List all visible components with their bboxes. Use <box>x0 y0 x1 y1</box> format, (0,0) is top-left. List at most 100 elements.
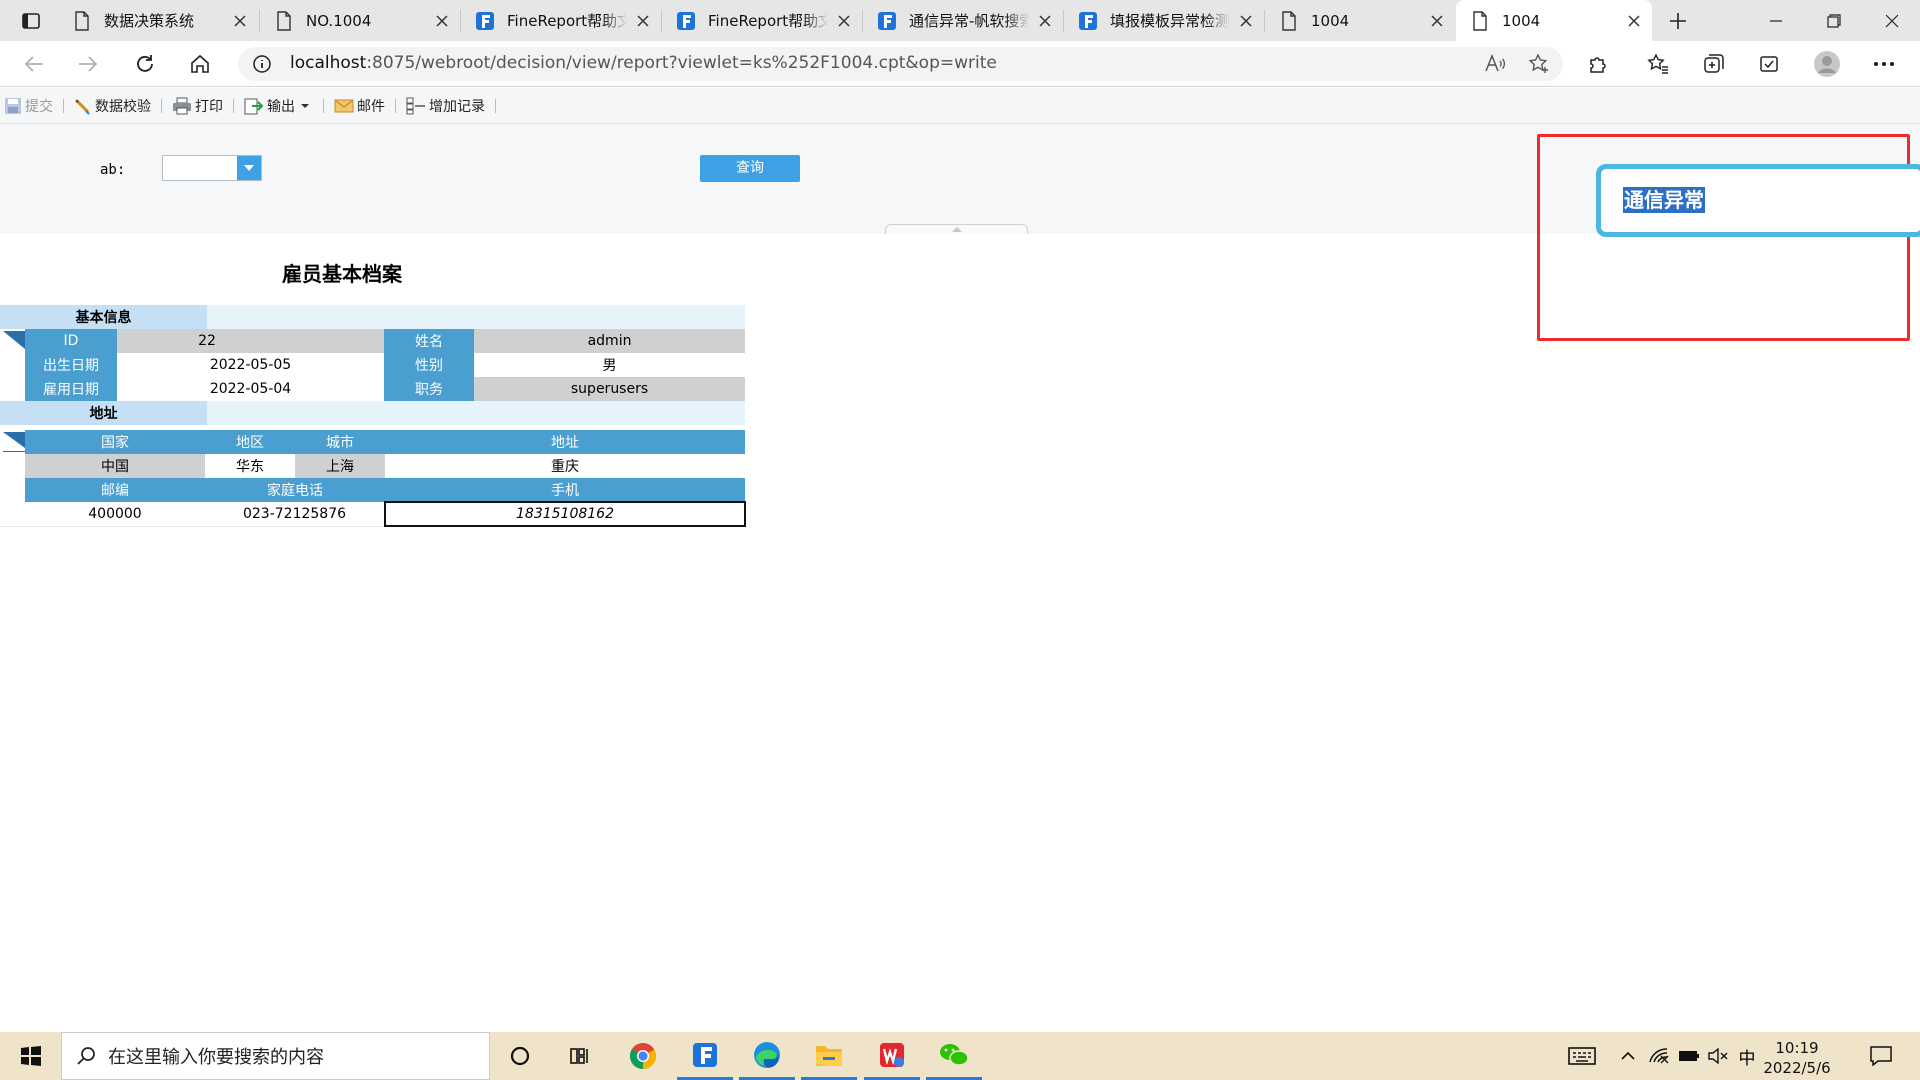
region-label: 地区 <box>205 430 295 454</box>
ab-label: ab: <box>100 162 126 178</box>
job-title-label: 职务 <box>384 377 475 401</box>
show-hidden-icons-button[interactable] <box>1614 1032 1642 1080</box>
chrome-icon <box>629 1043 657 1070</box>
notification-center-button[interactable] <box>1856 1032 1906 1080</box>
clock-time: 10:19 <box>1775 1039 1819 1057</box>
url-path: :8075/webroot/decision/view/report?viewl… <box>366 53 997 73</box>
task-view-button[interactable] <box>552 1032 608 1080</box>
email-button[interactable]: 邮件 <box>330 94 389 118</box>
zip-cell[interactable]: 400000 <box>25 502 205 527</box>
submit-button[interactable]: 提交 <box>0 94 57 118</box>
collections-button[interactable] <box>1700 50 1728 78</box>
avatar-icon <box>1814 51 1840 77</box>
browser-tab[interactable]: FineReport帮助文档 <box>461 0 661 41</box>
tab-title: 填报模板异常检测 <box>1110 12 1230 30</box>
file-explorer-taskbar-button[interactable] <box>801 1032 857 1080</box>
taskbar-search-box[interactable]: 在这里输入你要搜索的内容 <box>61 1032 490 1080</box>
region-cell[interactable]: 华东 <box>205 454 295 478</box>
browser-tab[interactable]: NO.1004 <box>260 0 460 41</box>
browser-tab[interactable]: FineReport帮助文档 <box>662 0 862 41</box>
city-cell[interactable]: 上海 <box>295 454 385 478</box>
home-phone-cell[interactable]: 023-72125876 <box>205 502 385 527</box>
gender-cell[interactable]: 男 <box>474 353 746 377</box>
edge-taskbar-button[interactable] <box>739 1032 795 1080</box>
refresh-button[interactable] <box>131 50 159 78</box>
close-window-button[interactable] <box>1868 0 1916 41</box>
browser-tab[interactable]: 通信异常-帆软搜索 <box>863 0 1063 41</box>
address-cell[interactable]: 重庆 <box>385 454 745 478</box>
close-icon[interactable] <box>434 13 450 29</box>
wechat-taskbar-button[interactable] <box>926 1032 982 1080</box>
search-icon <box>77 1047 95 1065</box>
add-favorite-button[interactable] <box>1525 50 1553 78</box>
restore-button[interactable] <box>1810 0 1858 41</box>
add-record-button[interactable]: 增加记录 <box>402 94 489 118</box>
cortana-button[interactable] <box>492 1032 548 1080</box>
query-button[interactable]: 查询 <box>700 155 800 182</box>
settings-menu-button[interactable] <box>1870 50 1898 78</box>
profile-button[interactable] <box>1813 50 1841 78</box>
site-info-button[interactable] <box>248 50 276 78</box>
country-label: 国家 <box>25 430 205 454</box>
browser-tab[interactable]: 填报模板异常检测 <box>1064 0 1264 41</box>
zip-label: 邮编 <box>25 478 205 502</box>
close-icon[interactable] <box>836 13 852 29</box>
network-status-button[interactable] <box>1645 1032 1673 1080</box>
browser-tab[interactable]: 1004 <box>1265 0 1455 41</box>
triangle-marker-icon <box>3 432 25 452</box>
name-cell[interactable]: admin <box>474 329 746 353</box>
star-plus-icon <box>1528 53 1548 73</box>
start-button[interactable] <box>3 1032 59 1080</box>
employee-info-table: 基本信息 ID 22 姓名 admin 出生日期 2022-05-05 性别 男… <box>0 305 746 425</box>
system-clock[interactable]: 10:19 2022/5/6 <box>1760 1038 1834 1078</box>
new-tab-button[interactable] <box>1660 0 1696 41</box>
error-message-text: 通信异常 <box>1623 187 1705 213</box>
forward-button[interactable] <box>74 50 102 78</box>
home-phone-label: 家庭电话 <box>205 478 385 502</box>
close-icon[interactable] <box>635 13 651 29</box>
mobile-cell[interactable]: 18315108162 <box>384 501 746 527</box>
param-pane-collapse-handle[interactable] <box>885 224 1028 234</box>
ab-combobox[interactable] <box>162 155 262 181</box>
browser-essentials-icon <box>1760 56 1778 72</box>
tab-actions-button[interactable] <box>14 0 48 41</box>
print-button[interactable]: 打印 <box>168 94 227 118</box>
input-method-indicator[interactable]: 中 <box>1734 1032 1760 1080</box>
validate-button[interactable]: 数据校验 <box>70 94 155 118</box>
favorites-button[interactable] <box>1644 50 1672 78</box>
read-aloud-button[interactable] <box>1481 50 1509 78</box>
birth-date-cell[interactable]: 2022-05-05 <box>117 353 385 377</box>
hire-date-cell[interactable]: 2022-05-04 <box>117 377 385 401</box>
add-row-icon <box>406 97 425 114</box>
chrome-taskbar-button[interactable] <box>615 1032 671 1080</box>
home-button[interactable] <box>186 50 214 78</box>
tab-actions-icon <box>22 12 40 29</box>
job-title-cell[interactable]: superusers <box>474 377 746 401</box>
close-icon[interactable] <box>1429 13 1445 29</box>
close-icon[interactable] <box>1238 13 1254 29</box>
browser-tab-active[interactable]: 1004 <box>1456 0 1652 41</box>
close-icon[interactable] <box>1626 13 1642 29</box>
export-button[interactable]: 输出 <box>240 94 317 118</box>
wps-taskbar-button[interactable] <box>864 1032 920 1080</box>
keyboard-icon <box>1568 1047 1596 1065</box>
read-aloud-icon <box>1485 54 1506 72</box>
country-cell[interactable]: 中国 <box>25 454 205 478</box>
close-icon[interactable] <box>232 13 248 29</box>
minimize-button[interactable] <box>1752 0 1800 41</box>
id-cell[interactable]: 22 <box>117 329 298 353</box>
minimize-icon <box>1770 19 1782 22</box>
finereport-taskbar-button[interactable] <box>677 1032 733 1080</box>
battery-status-button[interactable] <box>1675 1032 1703 1080</box>
dropdown-arrow-button[interactable] <box>237 156 261 180</box>
extensions-button[interactable] <box>1584 50 1612 78</box>
back-button[interactable] <box>20 50 48 78</box>
puzzle-icon <box>1590 57 1606 73</box>
tab-title: NO.1004 <box>306 11 372 30</box>
touch-keyboard-button[interactable] <box>1560 1032 1604 1080</box>
performance-button[interactable] <box>1755 50 1783 78</box>
url-host: localhost <box>290 53 367 73</box>
close-icon[interactable] <box>1037 13 1053 29</box>
volume-button[interactable] <box>1704 1032 1732 1080</box>
browser-tab[interactable]: 数据决策系统 <box>58 0 258 41</box>
